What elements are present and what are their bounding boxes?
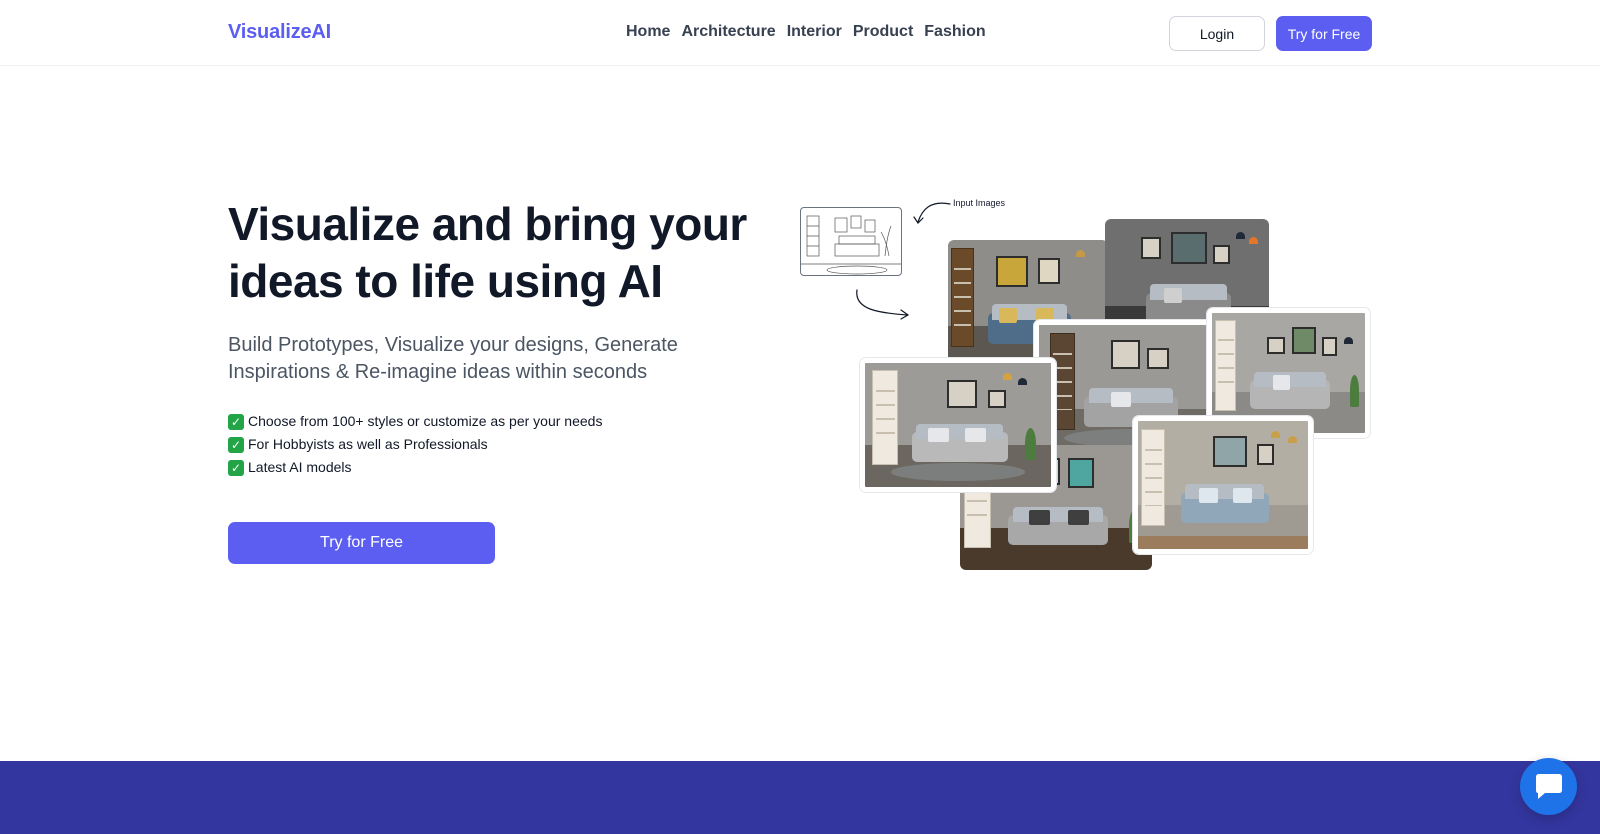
check-mark-icon: ✓ <box>228 413 244 430</box>
try-for-free-hero-button[interactable]: Try for Free <box>228 522 495 564</box>
generated-room-image <box>860 358 1056 492</box>
feature-item: ✓ Choose from 100+ styles or customize as… <box>228 410 602 433</box>
main-nav: Home Architecture Interior Product Fashi… <box>626 23 986 41</box>
how-it-works-section <box>0 761 1600 834</box>
image-collage: Input Images <box>790 190 1370 570</box>
nav-architecture[interactable]: Architecture <box>681 23 775 41</box>
try-for-free-header-button[interactable]: Try for Free <box>1276 16 1372 51</box>
check-mark-icon: ✓ <box>228 436 244 453</box>
chat-bubble-icon <box>1535 773 1562 799</box>
nav-product[interactable]: Product <box>853 23 913 41</box>
nav-fashion[interactable]: Fashion <box>924 23 985 41</box>
nav-home[interactable]: Home <box>626 23 670 41</box>
logo[interactable]: VisualizeAI <box>228 21 331 44</box>
feature-item: ✓ Latest AI models <box>228 456 602 479</box>
feature-list: ✓ Choose from 100+ styles or customize as… <box>228 410 602 479</box>
chat-button[interactable] <box>1520 758 1577 815</box>
check-mark-icon: ✓ <box>228 459 244 476</box>
input-images-label: Input Images <box>953 198 1006 208</box>
site-header: VisualizeAI Home Architecture Interior P… <box>0 0 1600 66</box>
nav-interior[interactable]: Interior <box>787 23 842 41</box>
login-button[interactable]: Login <box>1169 16 1265 51</box>
generated-room-image <box>1133 416 1313 554</box>
feature-item: ✓ For Hobbyists as well as Professionals <box>228 433 602 456</box>
hero-subtitle: Build Prototypes, Visualize your designs… <box>228 334 678 383</box>
hero-title: Visualize and bring your ideas to life u… <box>228 198 747 307</box>
input-sketch-image <box>800 207 902 276</box>
